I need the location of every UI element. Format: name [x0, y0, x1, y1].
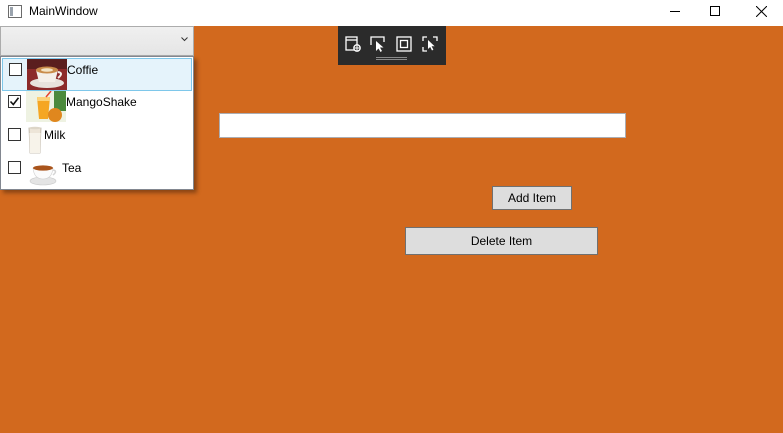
coffie-label: Coffie	[67, 63, 99, 77]
xaml-debug-toolbar	[338, 26, 446, 65]
select-element-button[interactable]	[368, 34, 388, 54]
drinks-combobox[interactable]	[0, 26, 194, 56]
delete-item-button[interactable]: Delete Item	[405, 227, 598, 255]
list-item-mangoshake[interactable]: MangoShake	[2, 91, 192, 124]
milk-glass-icon	[26, 124, 44, 155]
display-layout-adorners-icon	[396, 36, 412, 52]
mango-shake-icon	[26, 91, 66, 122]
milk-checkbox[interactable]	[8, 128, 21, 141]
live-visual-tree-button[interactable]	[343, 34, 363, 54]
track-focused-element-icon	[422, 36, 438, 52]
maximize-button[interactable]	[692, 0, 738, 22]
window-title: MainWindow	[29, 4, 98, 18]
chevron-down-icon	[181, 37, 188, 42]
coffie-checkbox[interactable]	[9, 63, 22, 76]
mangoshake-label: MangoShake	[66, 95, 137, 109]
drinks-dropdown-list: Coffie MangoShake Milk Tea	[0, 56, 194, 190]
milk-label: Milk	[44, 128, 66, 142]
select-element-icon	[370, 36, 385, 52]
list-item-milk[interactable]: Milk	[2, 124, 192, 157]
live-visual-tree-icon	[345, 36, 361, 52]
track-focused-element-button[interactable]	[420, 34, 440, 54]
tea-label: Tea	[62, 161, 82, 175]
minimize-icon	[670, 11, 680, 12]
list-item-tea[interactable]: Tea	[2, 157, 192, 190]
list-item-coffie[interactable]: Coffie	[2, 58, 192, 91]
window-client-area: Coffie MangoShake Milk Tea Add Item Dele…	[0, 26, 783, 433]
add-item-button[interactable]: Add Item	[492, 186, 572, 210]
tea-cup-icon	[26, 157, 62, 188]
close-icon	[755, 5, 767, 17]
close-button[interactable]	[738, 0, 783, 22]
tea-checkbox[interactable]	[8, 161, 21, 174]
title-bar: MainWindow	[0, 0, 783, 26]
display-layout-adorners-button[interactable]	[394, 34, 414, 54]
maximize-icon	[710, 6, 720, 16]
app-window-icon	[8, 5, 22, 18]
item-name-input[interactable]	[219, 113, 626, 138]
coffee-cup-icon	[27, 59, 67, 90]
checkmark-icon	[9, 97, 20, 106]
mangoshake-checkbox[interactable]	[8, 95, 21, 108]
toolbar-drag-handle[interactable]	[376, 57, 407, 60]
